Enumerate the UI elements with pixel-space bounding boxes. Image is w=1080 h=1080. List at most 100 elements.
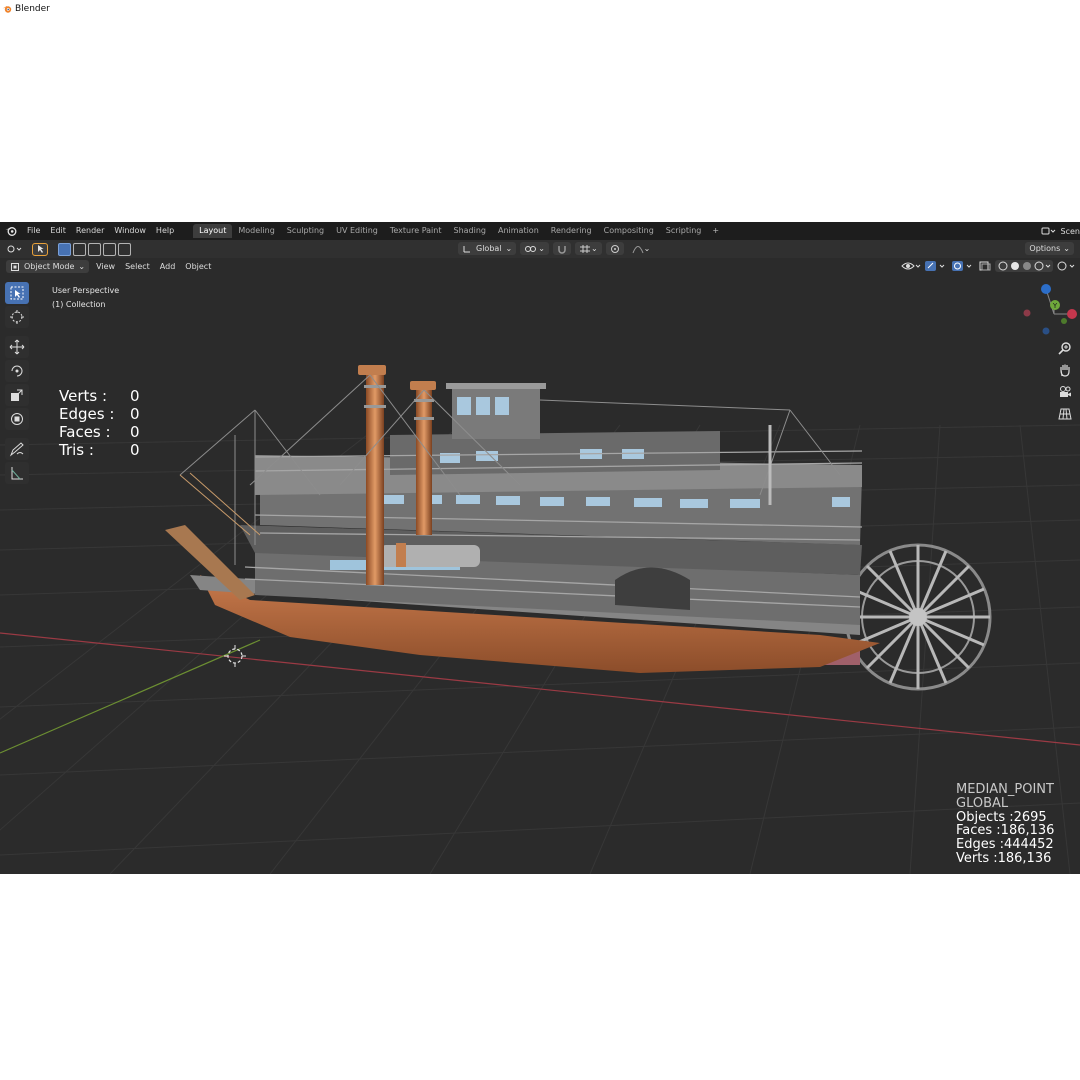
editor-type-button[interactable] (2, 243, 28, 256)
menu-add[interactable]: Add (155, 258, 181, 276)
pivot-dropdown[interactable]: ⌄ (520, 242, 549, 255)
menu-file[interactable]: File (22, 222, 45, 240)
stat-value: 0 (130, 423, 140, 441)
3d-cursor (224, 645, 246, 667)
tool-rotate[interactable] (5, 360, 29, 382)
xray-toggle-icon[interactable] (978, 260, 992, 272)
scene-stats-overlay: MEDIAN_POINT GLOBAL Objects :2695 Faces … (956, 783, 1054, 866)
tool-cursor[interactable] (5, 306, 29, 328)
gizmo-toggle-icon[interactable] (924, 260, 948, 272)
overlays-icon[interactable] (951, 260, 975, 272)
options-dropdown[interactable]: Options ⌄ (1025, 242, 1074, 255)
y-axis-line (0, 639, 261, 754)
menu-select[interactable]: Select (120, 258, 155, 276)
tool-select-box[interactable] (5, 282, 29, 304)
pivot-link-icon (525, 245, 537, 252)
stat-row-tris: Tris : 0 (59, 441, 140, 459)
stat-label: Faces : (59, 423, 111, 441)
tab-uv-editing[interactable]: UV Editing (330, 224, 384, 238)
3d-viewport[interactable]: User Perspective (1) Collection Verts: … (0, 275, 1080, 874)
falloff-dropdown[interactable]: ⌄ (628, 242, 655, 255)
blender-app: File Edit Render Window Help Layout Mode… (0, 205, 1080, 874)
tab-scripting[interactable]: Scripting (660, 224, 708, 238)
blender-logo-icon (2, 5, 12, 13)
mode-dropdown[interactable]: Object Mode ⌄ (6, 260, 90, 273)
chevron-down-icon: ⌄ (538, 244, 545, 253)
menu-render[interactable]: Render (71, 222, 109, 240)
gizmo-x-axis-icon[interactable] (1067, 309, 1077, 319)
tab-rendering[interactable]: Rendering (545, 224, 598, 238)
tab-texture-paint[interactable]: Texture Paint (384, 224, 448, 238)
collection-label: (1) Collection (52, 300, 106, 309)
chevron-down-icon: ⌄ (643, 244, 651, 253)
menu-help[interactable]: Help (151, 222, 179, 240)
blender-menu-icon[interactable] (5, 225, 17, 237)
orientation-axis-icon (463, 245, 470, 252)
chevron-down-icon: ⌄ (505, 244, 513, 253)
mesh-stats-overlay: Verts : 0 Edges : 0 Faces : 0 Tris : 0 (59, 387, 140, 459)
stat-label: Tris : (59, 441, 94, 459)
verts-count: Verts :186,136 (956, 850, 1052, 866)
zoom-button[interactable] (1056, 339, 1074, 357)
pan-button[interactable] (1056, 361, 1074, 379)
menu-view[interactable]: View (91, 258, 120, 276)
tab-layout[interactable]: Layout (193, 224, 233, 238)
orientation-dropdown[interactable]: Global ⌄ (458, 242, 517, 255)
editor-type-icon (7, 245, 22, 253)
viewport-navigation-buttons (1056, 339, 1074, 423)
menu-object[interactable]: Object (180, 258, 216, 276)
tab-animation[interactable]: Animation (492, 224, 545, 238)
proportional-edit-toggle[interactable] (605, 242, 624, 255)
select-intersect-icon[interactable] (118, 242, 131, 256)
tab-shading[interactable]: Shading (447, 224, 492, 238)
camera-icon (1060, 386, 1071, 397)
falloff-curve-icon (632, 245, 644, 253)
snap-grid-icon (579, 244, 590, 253)
top-menubar: File Edit Render Window Help Layout Mode… (0, 222, 1080, 240)
cursor-arrow-icon (38, 245, 44, 253)
select-subtract-icon[interactable] (88, 242, 101, 256)
navigation-gizmo[interactable]: Y (1020, 279, 1078, 341)
rotate-icon (11, 365, 23, 377)
camera-view-button[interactable] (1056, 383, 1074, 401)
menu-edit[interactable]: Edit (45, 222, 71, 240)
ruler-icon (11, 467, 23, 480)
ortho-toggle-button[interactable] (1056, 405, 1074, 423)
tool-settings-header: Global ⌄ ⌄ ⌄ ⌄ Options ⌄ (0, 240, 1080, 258)
scene-selector[interactable]: Scen (1041, 222, 1080, 240)
edges-count: Edges :444452 (956, 837, 1054, 853)
orientation-label: Global (476, 244, 502, 253)
select-extend-icon[interactable] (73, 242, 86, 256)
gizmo-y-label: Y (1052, 302, 1058, 310)
menu-window[interactable]: Window (109, 222, 151, 240)
tab-modeling[interactable]: Modeling (232, 224, 280, 238)
zoom-magnifier-icon (1058, 342, 1071, 355)
select-new-icon[interactable] (58, 242, 71, 256)
stat-row-faces: Faces : 0 (59, 423, 140, 441)
tool-shelf (5, 282, 33, 484)
tool-scale[interactable] (5, 384, 29, 406)
tool-transform[interactable] (5, 408, 29, 430)
render-pass-icon[interactable] (1056, 260, 1078, 272)
tool-measure[interactable] (5, 462, 29, 484)
tab-compositing[interactable]: Compositing (598, 224, 660, 238)
options-label: Options (1029, 244, 1061, 253)
tool-annotate[interactable] (5, 438, 29, 460)
faces-count: Faces :186,136 (956, 823, 1055, 839)
tab-sculpting[interactable]: Sculpting (281, 224, 330, 238)
add-workspace-button[interactable]: + (707, 224, 724, 238)
snap-target-dropdown[interactable]: ⌄ (574, 242, 602, 255)
tool-move[interactable] (5, 336, 29, 358)
object-mode-icon (11, 262, 19, 271)
select-invert-icon[interactable] (103, 242, 116, 256)
stat-value: 0 (130, 387, 140, 405)
snap-toggle[interactable] (552, 242, 571, 255)
selection-mode-group (58, 242, 132, 256)
gizmo-z-axis-icon[interactable] (1041, 284, 1051, 294)
visibility-eye-icon[interactable] (901, 260, 921, 272)
active-tool-button[interactable] (32, 242, 48, 256)
pencil-icon (9, 442, 24, 457)
stat-value: 0 (130, 405, 140, 423)
shading-modes-icon[interactable] (995, 260, 1053, 272)
stat-row-edges: Edges : 0 (59, 405, 140, 423)
